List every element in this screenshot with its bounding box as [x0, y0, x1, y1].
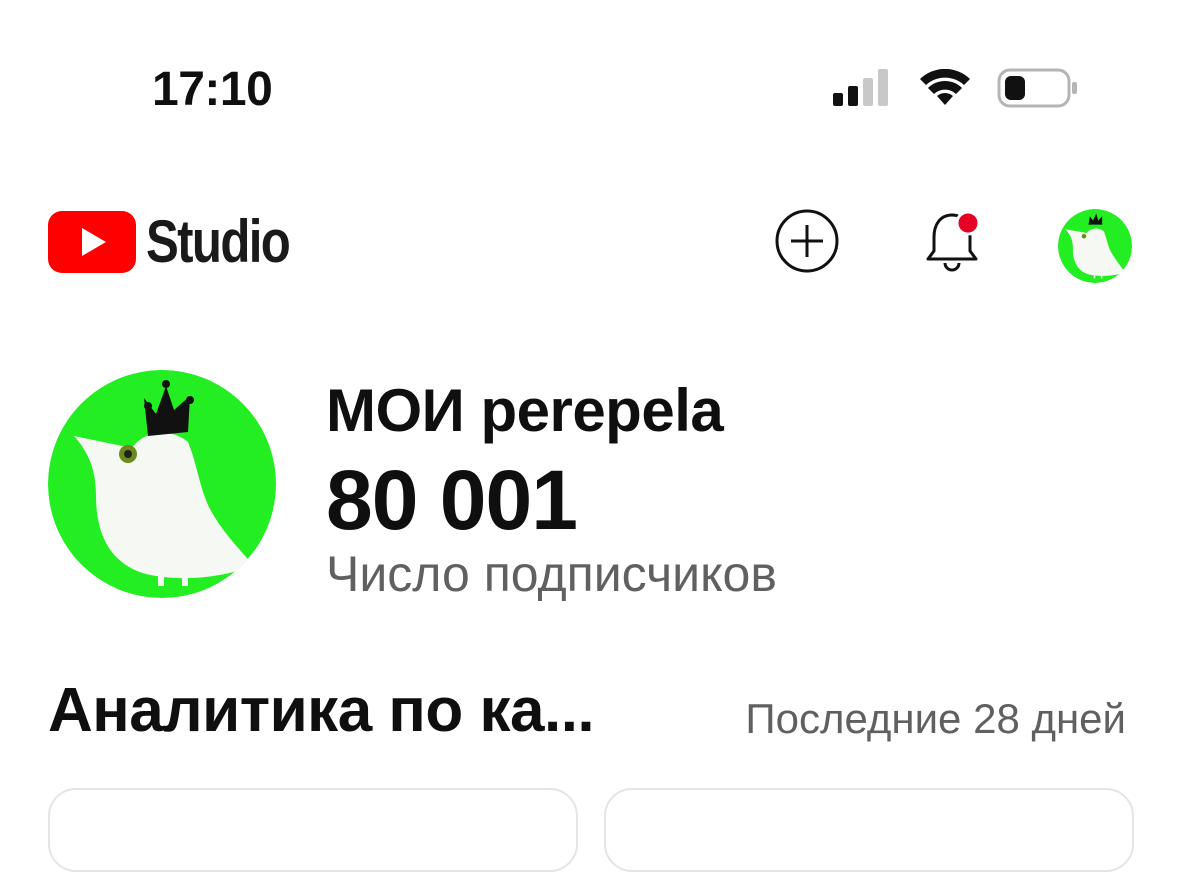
subscriber-count-label: Число подписчиков: [326, 546, 777, 602]
account-avatar[interactable]: [1058, 209, 1132, 283]
analytics-card[interactable]: [604, 788, 1134, 872]
channel-analytics-title: Аналитика по ка...: [48, 676, 595, 745]
youtube-studio-logo[interactable]: Studio: [48, 207, 321, 276]
bird-avatar-icon: [1058, 209, 1132, 283]
notifications-button[interactable]: [920, 205, 984, 277]
notification-bell-icon: [926, 210, 981, 272]
status-time: 17:10: [152, 63, 273, 116]
create-plus-icon: [775, 209, 839, 273]
channel-name: МОИ perepela: [326, 377, 724, 444]
create-button[interactable]: [775, 209, 839, 273]
wifi-icon: [920, 69, 970, 105]
channel-avatar[interactable]: [48, 370, 276, 598]
status-icons: [833, 68, 1079, 108]
battery-icon: [997, 68, 1077, 108]
app-bar: Studio: [0, 195, 1179, 295]
youtube-play-icon: [48, 210, 136, 273]
cellular-signal-icon: [833, 69, 888, 106]
analytics-period-label: Последние 28 дней: [745, 695, 1126, 742]
analytics-card[interactable]: [48, 788, 578, 872]
channel-summary: МОИ perepela 80 001 Число подписчиков: [48, 370, 1148, 610]
subscriber-count: 80 001: [326, 453, 578, 547]
channel-analytics-header: Аналитика по ка... Последние 28 дней: [48, 675, 1138, 765]
bird-avatar-icon: [48, 370, 276, 598]
logo-text: Studio: [146, 208, 291, 275]
notification-badge: [955, 210, 981, 236]
status-bar: 17:10: [0, 0, 1179, 150]
